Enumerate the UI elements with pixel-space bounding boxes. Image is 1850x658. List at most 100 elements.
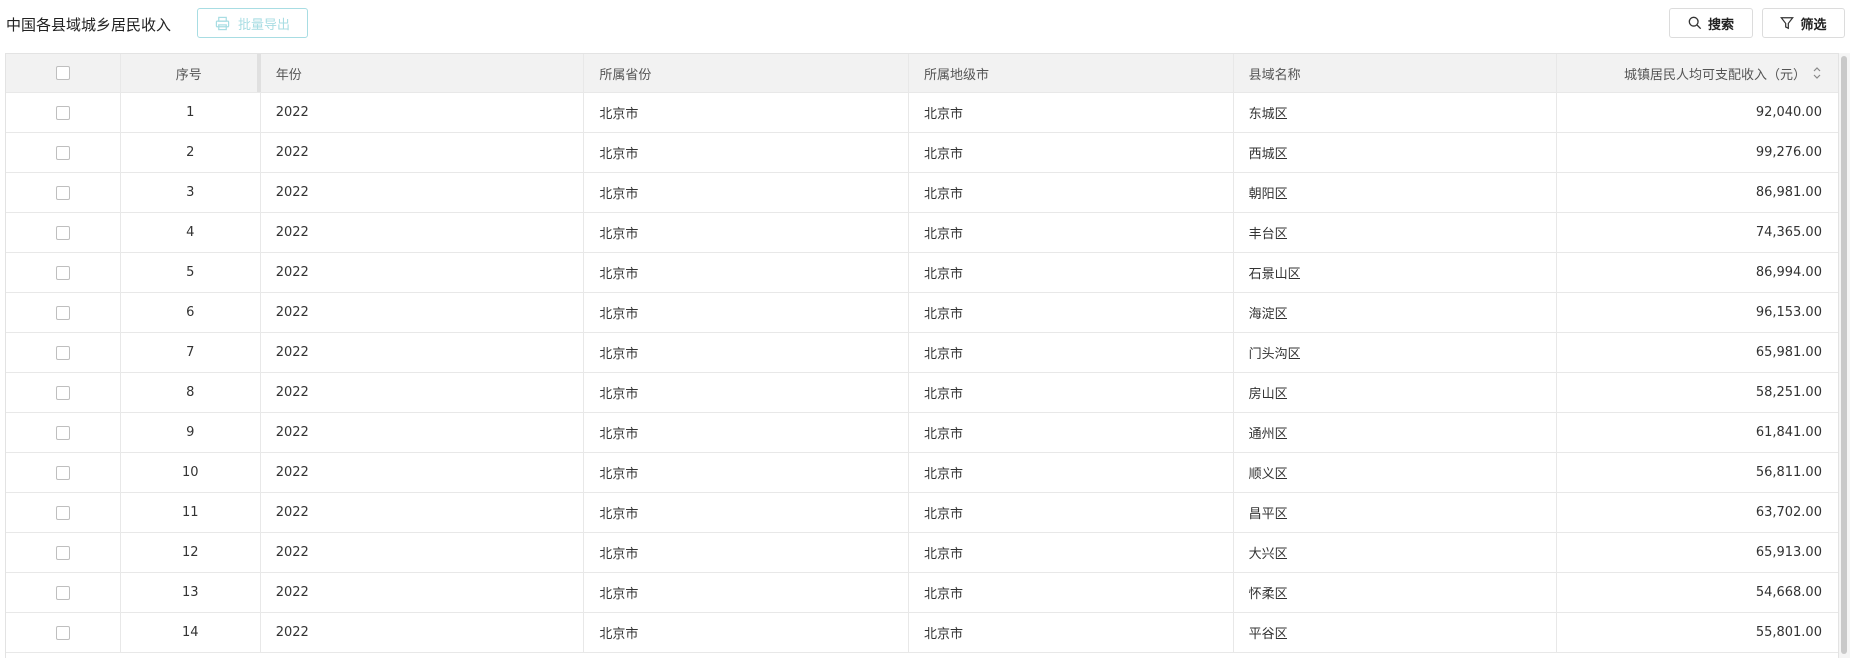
table-row[interactable]: 13 2022 北京市 北京市 怀柔区 54,668.00 <box>6 573 1838 613</box>
row-select-cell <box>6 293 121 332</box>
filter-icon <box>1780 17 1795 30</box>
table-row[interactable]: 12 2022 北京市 北京市 大兴区 65,913.00 <box>6 533 1838 573</box>
cell-province: 北京市 <box>584 253 909 292</box>
cell-province: 北京市 <box>584 613 909 652</box>
table-row[interactable]: 11 2022 北京市 北京市 昌平区 63,702.00 <box>6 493 1838 533</box>
cell-income: 92,040.00 <box>1755 105 1822 120</box>
cell-county: 石景山区 <box>1234 253 1558 292</box>
column-header-city[interactable]: 所属地级市 <box>909 54 1234 92</box>
cell-province: 北京市 <box>584 413 909 452</box>
column-header-income[interactable]: 城镇居民人均可支配收入（元） <box>1557 54 1838 92</box>
cell-income: 58,251.00 <box>1755 385 1822 400</box>
cell-index: 14 <box>121 613 261 652</box>
row-select-cell <box>6 413 121 452</box>
table-row[interactable]: 8 2022 北京市 北京市 房山区 58,251.00 <box>6 373 1838 413</box>
cell-year: 2022 <box>261 453 585 492</box>
cell-index: 9 <box>121 413 261 452</box>
column-header-income-label: 城镇居民人均可支配收入（元） <box>1623 67 1806 83</box>
row-checkbox[interactable] <box>55 465 70 480</box>
cell-index: 1 <box>121 93 261 132</box>
cell-province: 北京市 <box>584 573 909 612</box>
row-checkbox[interactable] <box>55 585 70 600</box>
cell-year: 2022 <box>261 613 585 652</box>
row-checkbox[interactable] <box>55 385 70 400</box>
cell-income: 61,841.00 <box>1755 425 1822 440</box>
cell-county: 怀柔区 <box>1234 573 1558 612</box>
table-row[interactable]: 4 2022 北京市 北京市 丰台区 74,365.00 <box>6 213 1838 253</box>
cell-year: 2022 <box>261 493 585 532</box>
cell-province: 北京市 <box>584 333 909 372</box>
table-row[interactable]: 3 2022 北京市 北京市 朝阳区 86,981.00 <box>6 173 1838 213</box>
cell-index: 11 <box>121 493 261 532</box>
cell-city: 北京市 <box>909 493 1234 532</box>
row-checkbox[interactable] <box>55 225 70 240</box>
cell-county: 昌平区 <box>1234 493 1558 532</box>
cell-province: 北京市 <box>584 93 909 132</box>
cell-province: 北京市 <box>584 213 909 252</box>
row-checkbox[interactable] <box>55 625 70 640</box>
row-select-cell <box>6 133 121 172</box>
column-header-index: 序号 <box>121 54 261 92</box>
row-checkbox[interactable] <box>55 505 70 520</box>
cell-city: 北京市 <box>909 413 1234 452</box>
table-header-row: 序号 年份 所属省份 所属地级市 县域名称 城镇居民人均可支配收入（元） <box>6 54 1838 93</box>
row-checkbox[interactable] <box>55 345 70 360</box>
cell-year: 2022 <box>261 133 585 172</box>
table-row[interactable]: 14 2022 北京市 北京市 平谷区 55,801.00 <box>6 613 1838 653</box>
cell-county: 门头沟区 <box>1234 333 1558 372</box>
cell-year: 2022 <box>261 93 585 132</box>
row-checkbox[interactable] <box>55 265 70 280</box>
table-row[interactable]: 6 2022 北京市 北京市 海淀区 96,153.00 <box>6 293 1838 333</box>
column-header-year[interactable]: 年份 <box>261 54 585 92</box>
cell-index: 8 <box>121 373 261 412</box>
cell-income: 65,913.00 <box>1755 545 1822 560</box>
select-all-cell <box>6 54 121 92</box>
cell-city: 北京市 <box>909 93 1234 132</box>
batch-export-button[interactable]: 批量导出 <box>197 8 308 38</box>
row-checkbox[interactable] <box>55 425 70 440</box>
row-select-cell <box>6 373 121 412</box>
table-row[interactable]: 1 2022 北京市 北京市 东城区 92,040.00 <box>6 93 1838 133</box>
cell-county: 东城区 <box>1234 93 1558 132</box>
cell-province: 北京市 <box>584 293 909 332</box>
cell-income: 54,668.00 <box>1755 585 1822 600</box>
search-label: 搜索 <box>1707 17 1734 33</box>
printer-icon <box>215 16 230 30</box>
row-checkbox[interactable] <box>55 305 70 320</box>
select-all-checkbox[interactable] <box>55 66 70 80</box>
cell-income: 86,981.00 <box>1755 185 1822 200</box>
table-row[interactable]: 10 2022 北京市 北京市 顺义区 56,811.00 <box>6 453 1838 493</box>
cell-province: 北京市 <box>584 133 909 172</box>
filter-button[interactable]: 筛选 <box>1762 8 1845 38</box>
row-checkbox[interactable] <box>55 105 70 120</box>
vertical-scrollbar[interactable] <box>1839 53 1850 658</box>
cell-year: 2022 <box>261 413 585 452</box>
table-row[interactable]: 5 2022 北京市 北京市 石景山区 86,994.00 <box>6 253 1838 293</box>
row-select-cell <box>6 453 121 492</box>
table-row[interactable]: 9 2022 北京市 北京市 通州区 61,841.00 <box>6 413 1838 453</box>
table-row[interactable]: 7 2022 北京市 北京市 门头沟区 65,981.00 <box>6 333 1838 373</box>
cell-income: 56,811.00 <box>1755 465 1822 480</box>
cell-city: 北京市 <box>909 173 1234 212</box>
cell-year: 2022 <box>261 253 585 292</box>
search-button[interactable]: 搜索 <box>1669 8 1753 38</box>
cell-year: 2022 <box>261 533 585 572</box>
cell-city: 北京市 <box>909 213 1234 252</box>
table-row[interactable]: 2 2022 北京市 北京市 西城区 99,276.00 <box>6 133 1838 173</box>
scrollbar-thumb[interactable] <box>1841 56 1847 654</box>
cell-city: 北京市 <box>909 533 1234 572</box>
cell-county: 房山区 <box>1234 373 1558 412</box>
sort-icon[interactable] <box>1812 66 1822 80</box>
row-checkbox[interactable] <box>55 185 70 200</box>
row-checkbox[interactable] <box>55 145 70 160</box>
row-checkbox[interactable] <box>55 545 70 560</box>
row-select-cell <box>6 213 121 252</box>
cell-income: 65,981.00 <box>1755 345 1822 360</box>
cell-income: 63,702.00 <box>1755 505 1822 520</box>
cell-county: 西城区 <box>1234 133 1558 172</box>
cell-income: 99,276.00 <box>1755 145 1822 160</box>
column-header-county[interactable]: 县域名称 <box>1234 54 1558 92</box>
column-header-province[interactable]: 所属省份 <box>584 54 909 92</box>
cell-index: 13 <box>121 573 261 612</box>
row-select-cell <box>6 573 121 612</box>
